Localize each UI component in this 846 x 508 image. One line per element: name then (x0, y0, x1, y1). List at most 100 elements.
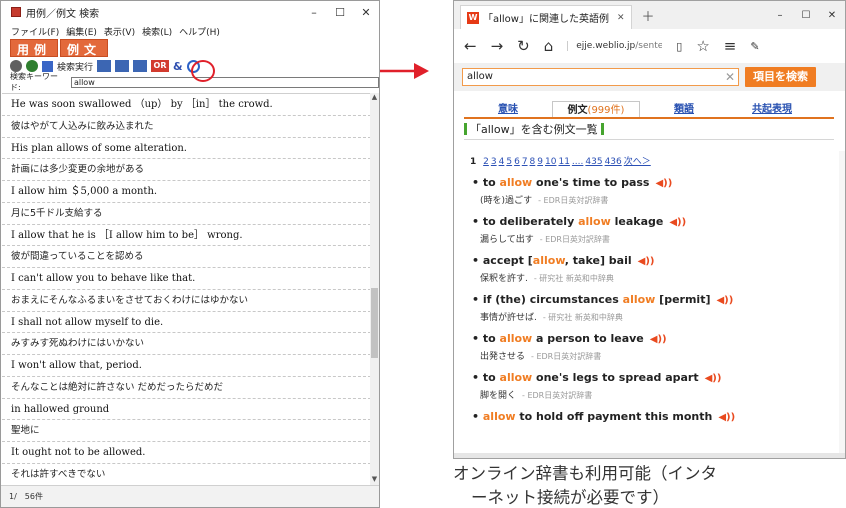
new-tab-icon[interactable]: ＋ (642, 6, 655, 25)
speaker-icon[interactable]: ◀)) (718, 412, 735, 423)
tab-close-icon[interactable]: ✕ (617, 13, 625, 23)
pager-link[interactable]: 3 (491, 157, 497, 167)
pager-link[interactable]: 436 (605, 157, 622, 167)
result-row[interactable]: It ought not to be allowed. (2, 442, 371, 464)
speaker-icon[interactable]: ◀)) (716, 295, 733, 306)
phrase-highlight: allow (578, 215, 611, 228)
refresh-icon[interactable]: ↻ (517, 37, 530, 55)
tab-examples[interactable]: 例文(999件) (552, 101, 640, 117)
results-scrollbar[interactable]: ▲ ▼ (370, 93, 379, 485)
search-mode-1-icon[interactable] (97, 60, 112, 72)
search-mode-2-icon[interactable] (115, 60, 130, 72)
speaker-icon[interactable]: ◀)) (655, 178, 672, 189)
result-row[interactable]: I won't allow that, period. (2, 355, 371, 377)
example-translation: (時を)過ごす - EDR日英対訳辞書 (480, 193, 845, 206)
forward-arrow-icon[interactable]: → (491, 37, 504, 55)
example-entry: • to allow one's time to pass ◀)) (時を)過ごす -… (472, 176, 845, 206)
menu-edit[interactable]: 編集(E) (66, 25, 97, 38)
tab-examples-count: (999件) (587, 105, 625, 116)
pager-link[interactable]: 7 (522, 157, 528, 167)
mode-tab-examples[interactable]: 例文 (60, 39, 109, 57)
bullet: • (472, 332, 483, 345)
mode-tab-usage[interactable]: 用例 (10, 39, 59, 57)
menu-help[interactable]: ヘルプ(H) (179, 25, 220, 38)
result-row[interactable]: そんなことは絶対に許さない だめだったらだめだ (2, 377, 371, 399)
browser-maximize-button[interactable]: ☐ (793, 1, 819, 29)
result-row[interactable]: 月に5千ドル支給する (2, 203, 371, 225)
clear-search-icon[interactable]: ✕ (725, 69, 735, 85)
minimize-button[interactable]: – (301, 1, 327, 23)
example-translation: 脚を開く - EDR日英対訳辞書 (480, 388, 845, 401)
search-mode-3-icon[interactable] (133, 60, 148, 72)
status-bar: 1/ 56件 (1, 485, 379, 507)
reading-view-icon[interactable]: ▯ (676, 40, 682, 53)
phrase-pre: • (472, 410, 483, 423)
pager-link[interactable]: 6 (514, 157, 520, 167)
bullet: • (472, 254, 483, 267)
result-row[interactable]: in hallowed ground (2, 399, 371, 421)
menu-file[interactable]: ファイル(F) (11, 25, 59, 38)
speaker-icon[interactable]: ◀)) (638, 256, 655, 267)
pager-link[interactable]: 9 (537, 157, 543, 167)
result-row[interactable]: 計画には多少変更の余地がある (2, 159, 371, 181)
translation-source: - EDR日英対訳辞書 (539, 235, 610, 244)
or-search-button[interactable]: OR (151, 60, 170, 72)
speaker-icon[interactable]: ◀)) (650, 334, 667, 345)
result-row[interactable]: 彼はやがて人込みに飲み込まれた (2, 116, 371, 138)
result-row[interactable]: それは許すべきでない (2, 464, 371, 486)
pager-link[interactable]: 11 (558, 157, 569, 167)
search-input[interactable] (70, 76, 379, 88)
favorite-star-icon[interactable]: ☆ (696, 37, 709, 55)
pager-link[interactable]: 次へ＞ (624, 157, 651, 167)
scroll-thumb[interactable] (371, 288, 378, 358)
url-field[interactable]: ejje.weblio.jp/sentenc (567, 41, 662, 51)
home-icon[interactable]: ⌂ (544, 37, 554, 55)
hub-icon[interactable]: ≡ (724, 37, 737, 55)
result-row[interactable]: His plan allows of some alteration. (2, 138, 371, 160)
execute-search-icon[interactable] (42, 60, 53, 72)
example-phrase: • to allow one's legs to spread apart ◀)) (472, 371, 845, 384)
result-row[interactable]: 彼が間違っていることを認める (2, 246, 371, 268)
site-search-button[interactable]: 項目を検索 (745, 67, 816, 87)
back-arrow-icon[interactable]: ← (464, 37, 477, 55)
phrase-pre: to (482, 176, 500, 189)
translation-text: 事情が許せば. (480, 313, 537, 323)
result-row[interactable]: He was soon swallowed （up） by ［in］ the c… (2, 94, 371, 116)
pager-link[interactable]: 4 (499, 157, 505, 167)
pager-link[interactable]: 8 (530, 157, 536, 167)
tab-collocations[interactable]: 共起表現 (728, 101, 816, 117)
section-heading: 「allow」を含む例文一覧 (464, 121, 834, 140)
tab-synonyms[interactable]: 類語 (640, 101, 728, 117)
browser-close-button[interactable]: ✕ (819, 1, 845, 29)
result-row[interactable]: おまえにそんなふるまいをさせておくわけにはゆかない (2, 290, 371, 312)
speaker-icon[interactable]: ◀)) (705, 373, 722, 384)
browser-hscrollbar[interactable] (454, 453, 845, 458)
speaker-icon[interactable]: ◀)) (669, 217, 686, 228)
maximize-button[interactable]: ☐ (327, 1, 353, 23)
and-search-button[interactable]: & (173, 60, 183, 73)
browser-scrollbar[interactable] (839, 151, 845, 456)
result-row[interactable]: みすみす死ぬわけにはいかない (2, 333, 371, 355)
result-row[interactable]: I can't allow you to behave like that. (2, 268, 371, 290)
scroll-up-icon[interactable]: ▲ (370, 93, 379, 103)
menu-view[interactable]: 表示(V) (104, 25, 135, 38)
menu-search[interactable]: 検索(L) (142, 25, 172, 38)
scroll-down-icon[interactable]: ▼ (370, 475, 379, 485)
result-row[interactable]: I allow that he is ［I allow him to be］ w… (2, 225, 371, 247)
pager-link[interactable]: 5 (506, 157, 512, 167)
site-search-input[interactable]: allow ✕ (462, 68, 739, 86)
pager-link[interactable]: .... (572, 157, 583, 167)
translation-source: - EDR日英対訳辞書 (522, 391, 593, 400)
browser-minimize-button[interactable]: – (767, 1, 793, 29)
pager-link[interactable]: 10 (545, 157, 556, 167)
translation-text: (時を)過ごす (480, 196, 533, 206)
note-icon[interactable]: ✎ (750, 40, 759, 53)
pager-link[interactable]: 2 (483, 157, 489, 167)
result-row[interactable]: 聖地に (2, 420, 371, 442)
result-row[interactable]: I allow him ＄5,000 a month. (2, 181, 371, 203)
browser-tab[interactable]: W 「allow」に関連した英語例 ✕ (460, 5, 632, 29)
close-button[interactable]: ✕ (353, 1, 379, 23)
result-row[interactable]: I shall not allow myself to die. (2, 312, 371, 334)
tab-meaning[interactable]: 意味 (464, 101, 552, 117)
pager-link[interactable]: 435 (585, 157, 602, 167)
